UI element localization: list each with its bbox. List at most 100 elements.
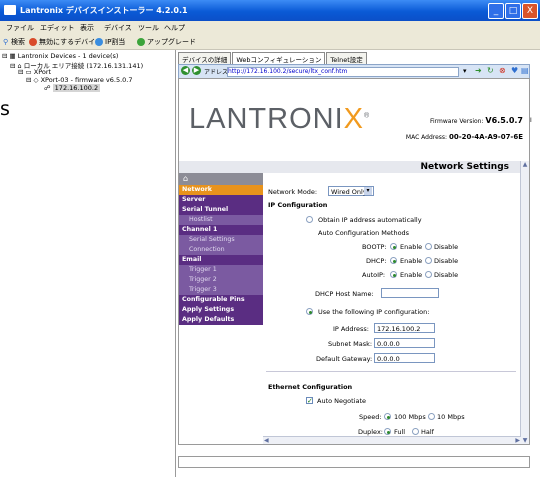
forward-icon[interactable]: ▶ — [192, 66, 201, 75]
address-bar: ◀ ▶ アドレス http://172.16.100.2/secure/ltx_… — [178, 64, 530, 79]
lantronix-logo: LANTRONIX® — [189, 103, 371, 135]
config-nav: ⌂ Network Server Serial Tunnel Hostlist Chann… — [179, 173, 263, 444]
autoip-disable-label: Disable — [434, 271, 459, 279]
dhcp-label: DHCP: — [366, 257, 387, 265]
bootp-disable-radio[interactable] — [425, 243, 432, 250]
autoip-enable-radio[interactable] — [390, 271, 397, 278]
mac-address: MAC Address: 00-20-4A-A9-07-6E — [405, 133, 523, 141]
scroll-down-icon[interactable]: ▼ — [521, 437, 529, 444]
nav-item-server[interactable]: Server — [179, 195, 263, 205]
divider — [266, 371, 516, 372]
duplex-half-radio[interactable] — [412, 428, 419, 435]
go-icon[interactable]: ➜ — [475, 66, 482, 75]
network-mode-select[interactable]: Wired Only ▾ — [328, 186, 374, 196]
tree-group[interactable]: ⊟ ▭ XPort — [18, 68, 51, 76]
dropdown-icon[interactable]: ▾ — [463, 67, 467, 75]
bootp-label: BOOTP: — [362, 243, 387, 251]
nav-item-channel-1[interactable]: Channel 1 — [179, 225, 263, 235]
stop-icon[interactable]: ⊗ — [499, 66, 506, 75]
nav-item-trigger-2[interactable]: Trigger 2 — [179, 275, 263, 285]
nav-item-hostlist[interactable]: Hostlist — [179, 215, 263, 225]
bootp-enable-radio[interactable] — [390, 243, 397, 250]
gateway-label: Default Gateway: — [316, 355, 373, 363]
dhcp-disable-label: Disable — [434, 257, 459, 265]
horizontal-scrollbar[interactable]: ◀ ▶ — [263, 436, 521, 444]
obtain-auto-radio[interactable] — [306, 216, 313, 223]
assign-ip-button[interactable]: IP割当 — [105, 37, 125, 47]
auto-negotiate-checkbox[interactable]: ✓ — [306, 397, 313, 405]
back-icon[interactable]: ◀ — [181, 66, 190, 75]
use-following-radio[interactable] — [306, 308, 313, 315]
tree-device[interactable]: ⊟ ◇ XPort-03 - firmware v6.5.0.7 — [26, 76, 133, 84]
page-title: Network Settings — [420, 162, 509, 172]
ip-assign-icon — [95, 38, 103, 46]
autoip-enable-label: Enable — [400, 271, 423, 279]
autoip-disable-radio[interactable] — [425, 271, 432, 278]
ip-address-input[interactable]: 172.16.100.2 — [374, 323, 435, 333]
scroll-left-icon[interactable]: ◀ — [264, 437, 269, 444]
disable-icon — [29, 38, 37, 46]
window-title: Lantronix デバイスインストーラー 4.2.0.1 — [20, 6, 188, 15]
menu-edit[interactable]: エディット — [40, 23, 75, 33]
bootp-disable-label: Disable — [434, 243, 459, 251]
network-settings-form: Network Mode: Wired Only ▾ IP Configurati… — [264, 173, 529, 444]
folder-icon: ▭ — [25, 68, 32, 76]
scroll-up-icon[interactable]: ▲ — [521, 161, 529, 168]
menu-help[interactable]: ヘルプ — [164, 23, 185, 33]
url-field[interactable]: http://172.16.100.2/secure/ltx_conf.htm — [227, 67, 459, 77]
autoip-label: AutoIP: — [362, 271, 386, 279]
home-icon[interactable]: ⌂ — [179, 173, 263, 185]
auto-negotiate-label: Auto Negotiate — [317, 397, 367, 405]
dhcp-enable-radio[interactable] — [390, 257, 397, 264]
nav-item-email[interactable]: Email — [179, 255, 263, 265]
menu-file[interactable]: ファイル — [6, 23, 34, 33]
gateway-input[interactable]: 0.0.0.0 — [374, 353, 435, 363]
subnet-mask-input[interactable]: 0.0.0.0 — [374, 338, 435, 348]
close-button[interactable]: X — [522, 3, 538, 19]
dhcp-disable-radio[interactable] — [425, 257, 432, 264]
maximize-button[interactable]: □ — [505, 3, 521, 19]
dhcp-host-label: DHCP Host Name: — [315, 290, 374, 298]
ethernet-config-heading: Ethernet Configuration — [268, 383, 353, 391]
nav-item-apply-settings[interactable]: Apply Settings — [179, 305, 263, 315]
scroll-right-icon[interactable]: ▶ — [515, 437, 520, 444]
address-label: アドレス — [204, 69, 229, 76]
duplex-full-radio[interactable] — [384, 428, 391, 435]
print-icon[interactable]: ▤ — [521, 66, 529, 75]
speed-100-radio[interactable] — [384, 413, 391, 420]
cropped-letter-left: s — [0, 98, 10, 120]
network-mode-label: Network Mode: — [268, 188, 318, 196]
speed-10-radio[interactable] — [428, 413, 435, 420]
tree-host[interactable]: ☍ 172.16.100.2 — [44, 84, 101, 92]
nav-item-connection[interactable]: Connection — [179, 245, 263, 255]
upgrade-button[interactable]: アップグレード — [147, 37, 196, 47]
search-button[interactable]: 検索 — [11, 37, 25, 47]
nav-item-network[interactable]: Network — [179, 185, 263, 195]
refresh-icon[interactable]: ↻ — [487, 66, 494, 75]
menu-device[interactable]: デバイス — [104, 23, 132, 33]
tree-root[interactable]: ⊟ ▦ Lantronix Devices - 1 device(s) — [2, 52, 118, 60]
status-bar — [178, 456, 530, 468]
nav-item-trigger-1[interactable]: Trigger 1 — [179, 265, 263, 275]
menu-tools[interactable]: ツール — [138, 23, 159, 33]
browser-viewport: LANTRONIX® Firmware Version: V6.5.0.7 MA… — [178, 78, 530, 445]
dhcp-host-input[interactable] — [381, 288, 439, 298]
favorites-icon[interactable]: ♥ — [511, 66, 518, 75]
host-icon: ☍ — [44, 84, 51, 92]
nav-item-serial-settings[interactable]: Serial Settings — [179, 235, 263, 245]
bootp-enable-label: Enable — [400, 243, 423, 251]
nav-item-trigger-3[interactable]: Trigger 3 — [179, 285, 263, 295]
nav-item-apply-defaults[interactable]: Apply Defaults — [179, 315, 263, 325]
disabled-devices-button[interactable]: 無効にするデバイス — [39, 37, 102, 47]
device-icon: ◇ — [33, 76, 39, 84]
device-tree: ⊟ ▦ Lantronix Devices - 1 device(s) ⊟ ⌂ … — [0, 50, 176, 477]
toolbar: ⚲ 検索 無効にするデバイス IP割当 アップグレード — [0, 35, 540, 50]
nav-item-serial-tunnel[interactable]: Serial Tunnel — [179, 205, 263, 215]
dhcp-enable-label: Enable — [400, 257, 423, 265]
nav-item-configurable-pins[interactable]: Configurable Pins — [179, 295, 263, 305]
minimize-button[interactable]: _ — [488, 3, 504, 19]
speed-label: Speed: — [359, 413, 382, 421]
vertical-scrollbar[interactable]: ▲ ▼ — [520, 161, 529, 444]
menu-view[interactable]: 表示 — [80, 23, 94, 33]
ip-address-label: IP Address: — [333, 325, 369, 333]
